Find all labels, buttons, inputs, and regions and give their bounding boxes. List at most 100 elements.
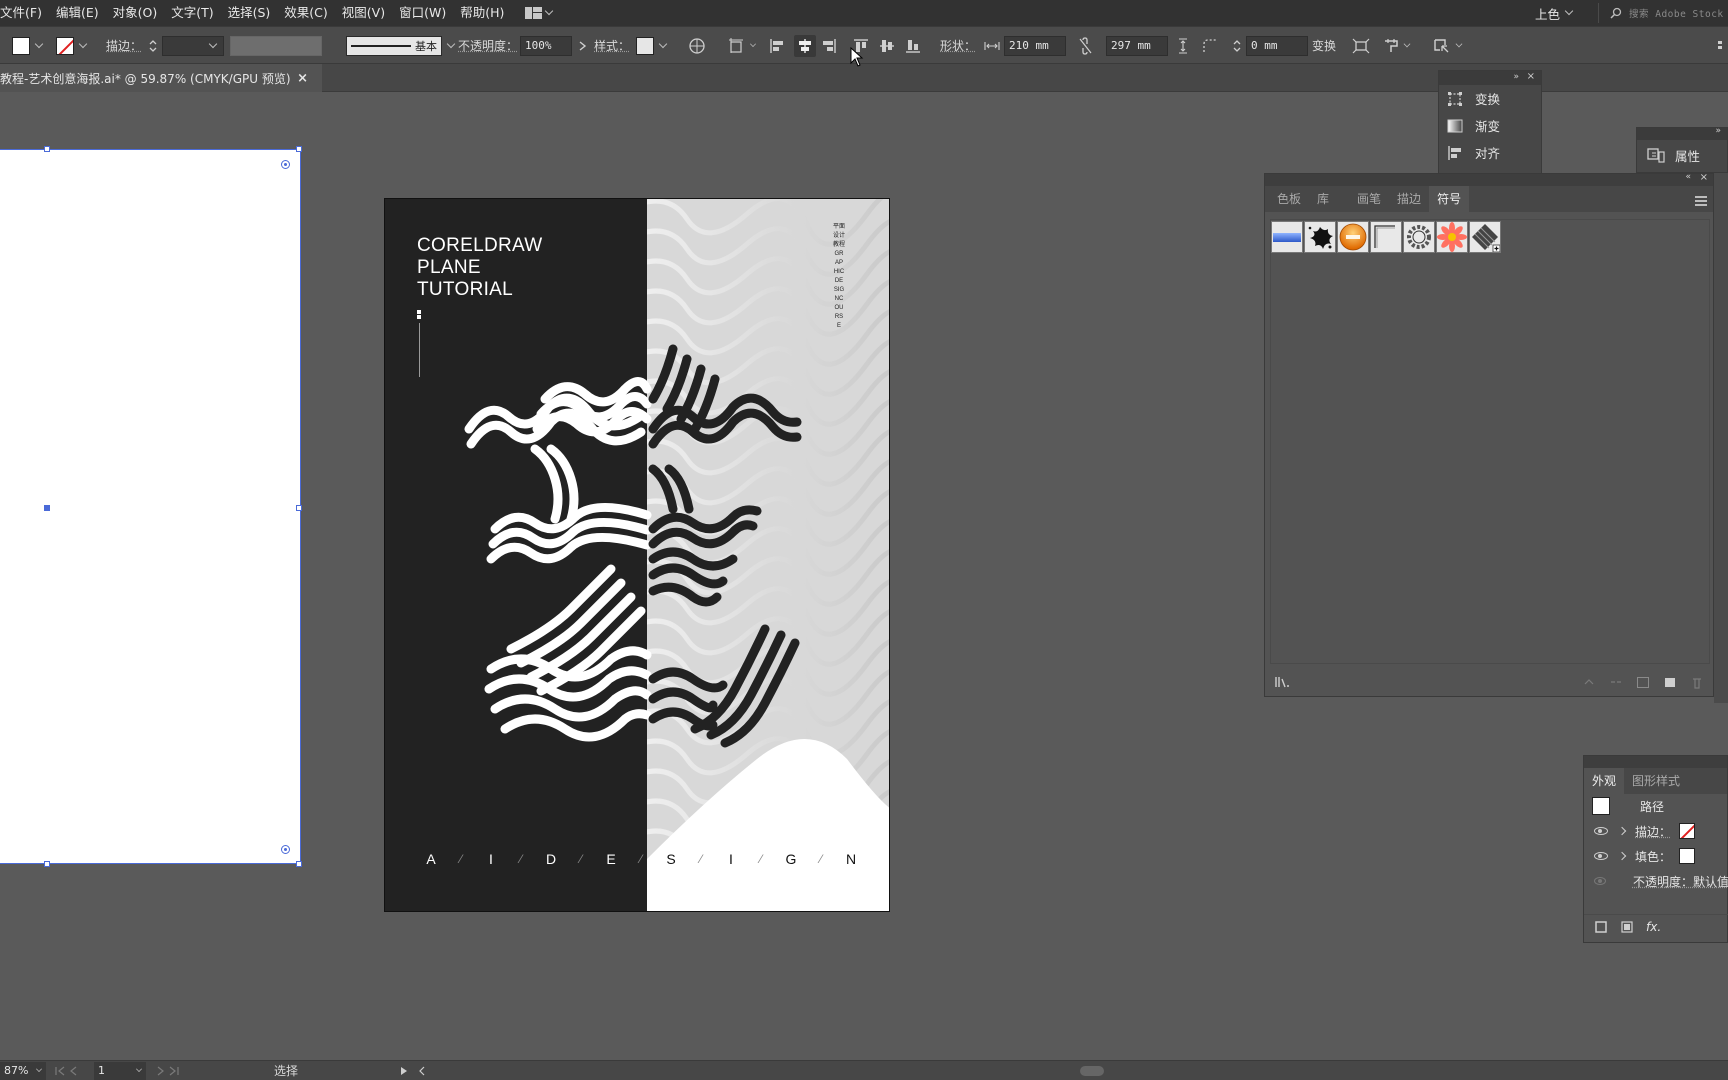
shape-height-input[interactable]: 297 mm [1106, 36, 1168, 56]
menu-help[interactable]: 帮助(H) [453, 0, 511, 26]
arrange-documents-button[interactable] [525, 7, 552, 19]
expand-icon[interactable]: » [1715, 126, 1721, 136]
symbol-ink-splat[interactable] [1304, 221, 1336, 253]
graphic-style-swatch[interactable] [636, 37, 654, 55]
panel-header[interactable]: » [1637, 128, 1727, 140]
panel-item-properties[interactable]: 属性 [1637, 140, 1727, 170]
chevron-down-icon[interactable] [447, 39, 455, 47]
stroke-color-control[interactable] [56, 27, 86, 64]
document-tab[interactable]: 教程-艺术创意海报.ai* @ 59.87% (CMYK/GPU 预览) × [0, 64, 322, 92]
menu-window[interactable]: 窗口(W) [392, 0, 453, 26]
stroke-label[interactable]: 描边： [1635, 823, 1671, 840]
next-last-artboard-icon[interactable] [154, 1065, 194, 1077]
panel-header[interactable]: « × [1265, 174, 1713, 186]
poster-artboard[interactable]: CORELDRAW PLANE TUTORIAL 平面设计教程GRAPHICDE… [384, 198, 890, 912]
chevron-down-icon[interactable] [79, 39, 87, 47]
close-tab-icon[interactable]: × [297, 71, 308, 86]
select-similar-icon[interactable] [1432, 37, 1450, 55]
horizontal-scrollbar[interactable] [418, 1065, 1728, 1077]
fill-color-control[interactable] [12, 27, 42, 64]
isolate-object-icon[interactable] [1352, 38, 1370, 54]
stepper-arrows-icon[interactable] [148, 38, 158, 54]
appearance-stroke-row[interactable]: 描边： [1584, 819, 1728, 843]
shape-width-input[interactable]: 210 mm [1004, 36, 1066, 56]
panel-item-align[interactable]: 对齐 [1439, 139, 1541, 166]
align-left-button[interactable] [768, 37, 786, 55]
fill-label[interactable]: 填色： [1635, 848, 1671, 865]
symbol-blue-bar[interactable] [1271, 221, 1303, 253]
corner-type-icon[interactable] [1202, 38, 1218, 54]
opacity-input[interactable]: 100% [520, 36, 572, 56]
resize-handle[interactable] [44, 861, 50, 867]
status-menu-arrow-icon[interactable] [398, 1065, 410, 1077]
align-to-icon[interactable] [728, 37, 748, 55]
add-fill-icon[interactable] [1620, 920, 1634, 934]
fill-swatch[interactable] [1679, 848, 1695, 864]
stroke-swatch-none[interactable] [56, 37, 74, 55]
resize-handle[interactable] [296, 861, 302, 867]
symbol-diamond-pattern[interactable] [1469, 221, 1501, 253]
menu-edit[interactable]: 编辑(E) [49, 0, 106, 26]
align-bottom-button[interactable] [904, 37, 922, 55]
collapse-icon[interactable]: » [1513, 72, 1519, 82]
puppet-warp-icon[interactable] [1382, 37, 1400, 55]
menu-file[interactable]: 文件(F) [0, 0, 49, 26]
symbol-ring[interactable] [1403, 221, 1435, 253]
constrain-proportions-icon[interactable] [1078, 37, 1094, 55]
panel-item-gradient[interactable]: 渐变 [1439, 112, 1541, 139]
new-symbol-icon[interactable] [1663, 676, 1677, 688]
symbol-options-icon[interactable] [1637, 677, 1649, 688]
panel-menu-icon[interactable] [1695, 196, 1707, 208]
align-vertical-center-button[interactable] [878, 37, 896, 55]
scrollbar-thumb[interactable] [1080, 1066, 1104, 1076]
menu-type[interactable]: 文字(T) [164, 0, 220, 26]
tab-stroke[interactable]: 描边 [1389, 186, 1429, 212]
panel-item-transform[interactable]: 变换 [1439, 85, 1541, 112]
chevron-down-icon[interactable] [1456, 40, 1463, 47]
chevron-right-icon[interactable] [576, 38, 590, 54]
expand-caret-icon[interactable] [1618, 827, 1626, 835]
delete-symbol-icon[interactable] [1691, 676, 1703, 689]
add-stroke-icon[interactable] [1594, 920, 1608, 934]
chevron-down-icon[interactable] [35, 39, 43, 47]
variable-width-profile[interactable] [230, 36, 322, 56]
resize-handle[interactable] [296, 505, 302, 511]
symbol-flower[interactable] [1436, 221, 1468, 253]
artboard-selected[interactable] [0, 149, 301, 864]
resize-handle[interactable] [296, 146, 302, 152]
corner-widget[interactable] [281, 160, 290, 169]
stroke-weight-stepper[interactable] [148, 27, 216, 64]
stroke-swatch-none[interactable] [1679, 823, 1695, 839]
stock-search-input[interactable]: 搜索 Adobe Stock [1598, 3, 1728, 23]
place-symbol-icon[interactable] [1583, 676, 1595, 688]
tab-libraries[interactable]: 库 [1309, 186, 1337, 212]
panel-header[interactable] [1584, 756, 1727, 768]
collapse-icon[interactable]: « [1685, 172, 1691, 182]
chevron-down-icon[interactable] [659, 39, 667, 47]
appearance-fill-row[interactable]: 填色： [1584, 844, 1728, 868]
brush-definition-dropdown[interactable]: 基本 [346, 36, 442, 56]
chevron-down-icon[interactable] [1565, 7, 1573, 15]
transform-button[interactable]: 变换 [1312, 37, 1336, 54]
symbol-libraries-icon[interactable] [1275, 676, 1291, 688]
artboard-number-dropdown[interactable]: 1 [94, 1062, 146, 1080]
resize-handle[interactable] [44, 146, 50, 152]
tab-graphic-styles[interactable]: 图形样式 [1624, 768, 1688, 794]
zoom-dropdown[interactable]: 87% [0, 1062, 46, 1080]
close-icon[interactable]: × [1527, 71, 1535, 82]
workspace-switcher[interactable]: 上色 [1535, 4, 1560, 23]
chevron-down-icon[interactable] [750, 41, 756, 47]
appearance-opacity-row[interactable]: 不透明度：默认值 [1584, 869, 1728, 893]
recolor-artwork-icon[interactable] [688, 37, 706, 55]
expand-caret-icon[interactable] [1618, 852, 1626, 860]
break-link-icon[interactable] [1609, 676, 1623, 688]
visibility-eye-icon[interactable] [1594, 852, 1608, 860]
align-right-button[interactable] [820, 37, 838, 55]
chevron-down-icon[interactable] [1404, 40, 1411, 47]
current-tool-label[interactable]: 选择 [274, 1062, 298, 1079]
stepper-arrows-icon[interactable] [1232, 38, 1242, 54]
tab-symbols[interactable]: 符号 [1429, 186, 1469, 212]
menu-view[interactable]: 视图(V) [335, 0, 392, 26]
tab-appearance[interactable]: 外观 [1584, 768, 1624, 794]
corner-widget[interactable] [281, 845, 290, 854]
